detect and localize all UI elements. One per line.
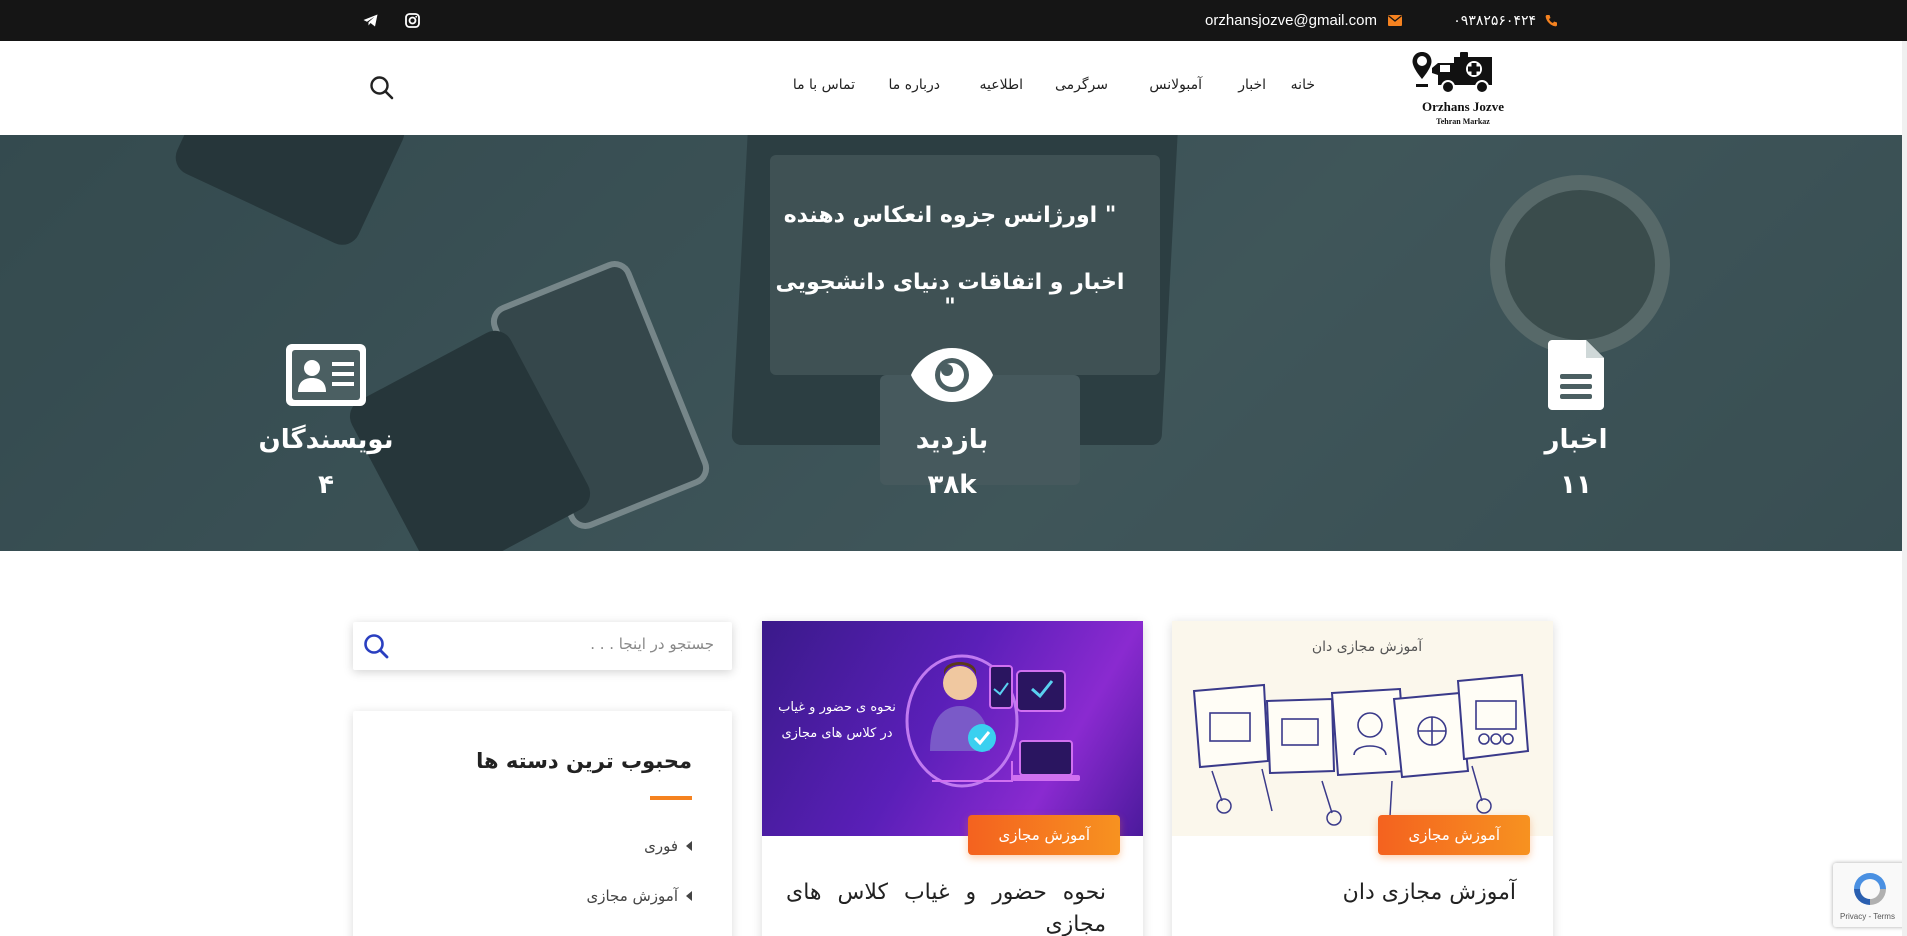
- email-address: orzhansjozve@gmail.com: [1205, 12, 1377, 29]
- site-logo[interactable]: Orzhans Jozve Tehran Markaz: [1410, 49, 1516, 131]
- post-card[interactable]: نحوه ی حضور و غیاب در کلاس های مجازی آمو…: [762, 621, 1143, 936]
- search-icon[interactable]: [363, 633, 389, 663]
- nav-item-announcements[interactable]: اطلاعیه: [980, 77, 1023, 93]
- category-badge[interactable]: آموزش مجازی: [1378, 815, 1530, 855]
- stat-views-value: ۳۸k: [927, 470, 977, 500]
- post-thumbnail[interactable]: نحوه ی حضور و غیاب در کلاس های مجازی: [762, 621, 1143, 836]
- stat-authors-label: نویسندگان: [258, 425, 394, 455]
- thumbnail-caption-1: نحوه ی حضور و غیاب: [778, 700, 896, 715]
- nav-item-entertainment[interactable]: سرگرمی: [1055, 77, 1108, 93]
- title-underline: [650, 796, 692, 800]
- id-card-icon: [286, 344, 366, 410]
- category-item-urgent[interactable]: فوری: [644, 837, 692, 855]
- category-label: آموزش مجازی: [586, 887, 678, 905]
- stat-news-label: اخبار: [1544, 425, 1608, 455]
- envelope-icon: [1388, 15, 1402, 26]
- stat-news-value: ۱۱: [1560, 470, 1592, 500]
- nav-item-ambulance[interactable]: آمبولانس: [1149, 77, 1202, 93]
- recaptcha-icon: [1854, 873, 1886, 905]
- recaptcha-badge[interactable]: Privacy - Terms: [1833, 863, 1907, 927]
- nav-item-about[interactable]: درباره ما: [889, 77, 940, 93]
- recaptcha-links[interactable]: Privacy - Terms: [1840, 912, 1895, 921]
- hero-banner: " اورژانس جزوه انعکاس دهنده اخبار و اتفا…: [0, 135, 1907, 551]
- email-contact[interactable]: orzhansjozve@gmail.com: [1205, 0, 1402, 41]
- nav-item-contact[interactable]: تماس با ما: [793, 77, 855, 93]
- popular-categories: محبوب ترین دسته ها فوری آموزش مجازی: [353, 711, 732, 936]
- category-label: فوری: [644, 837, 678, 855]
- caret-left-icon: [686, 891, 692, 901]
- search-input[interactable]: جستجو در اینجا . . .: [590, 635, 714, 653]
- main-header: Orzhans Jozve Tehran Markaz خانه اخبار آ…: [0, 41, 1907, 135]
- logo-name: Orzhans Jozve: [1422, 99, 1504, 114]
- stat-views-label: بازدید: [915, 425, 989, 455]
- sidebar-search[interactable]: جستجو در اینجا . . .: [353, 622, 732, 670]
- category-item-virtual-education[interactable]: آموزش مجازی: [586, 887, 692, 905]
- telegram-icon[interactable]: [363, 0, 378, 41]
- stat-authors-value: ۴: [318, 470, 334, 500]
- hero-quote-line-1: " اورژانس جزوه انعکاس دهنده: [783, 203, 1117, 228]
- phone-contact[interactable]: ۰۹۳۸۲۵۶۰۴۲۴: [1453, 0, 1557, 41]
- phone-icon: [1545, 14, 1557, 27]
- nav-item-home[interactable]: خانه: [1291, 77, 1315, 93]
- categories-title: محبوب ترین دسته ها: [476, 749, 692, 773]
- search-icon[interactable]: [369, 75, 394, 104]
- post-title[interactable]: آموزش مجازی دان: [1196, 877, 1516, 909]
- phone-number: ۰۹۳۸۲۵۶۰۴۲۴: [1453, 12, 1536, 29]
- top-bar: ۰۹۳۸۲۵۶۰۴۲۴ orzhansjozve@gmail.com: [0, 0, 1907, 41]
- nav-item-news[interactable]: اخبار: [1238, 77, 1266, 93]
- logo-subtitle: Tehran Markaz: [1436, 117, 1490, 126]
- hero-quote-line-2: اخبار و اتفاقات دنیای دانشجویی ": [775, 270, 1125, 320]
- file-icon: [1548, 340, 1604, 414]
- post-thumbnail[interactable]: آموزش مجازی دان: [1172, 621, 1553, 836]
- thumbnail-caption-2: در کلاس های مجازی: [781, 726, 893, 741]
- caret-left-icon: [686, 841, 692, 851]
- eye-icon: [911, 348, 993, 406]
- category-badge[interactable]: آموزش مجازی: [968, 815, 1120, 855]
- page-scrollbar[interactable]: [1902, 41, 1907, 936]
- instagram-icon[interactable]: [405, 0, 420, 41]
- ambulance-logo-icon: [1412, 52, 1492, 94]
- post-title[interactable]: نحوه حضور و غیاب کلاس های مجازی: [786, 877, 1106, 936]
- post-card[interactable]: آموزش مجازی دان آموزش مجازی آموزش مجازی …: [1172, 621, 1553, 936]
- thumbnail-caption: آموزش مجازی دان: [1311, 639, 1423, 655]
